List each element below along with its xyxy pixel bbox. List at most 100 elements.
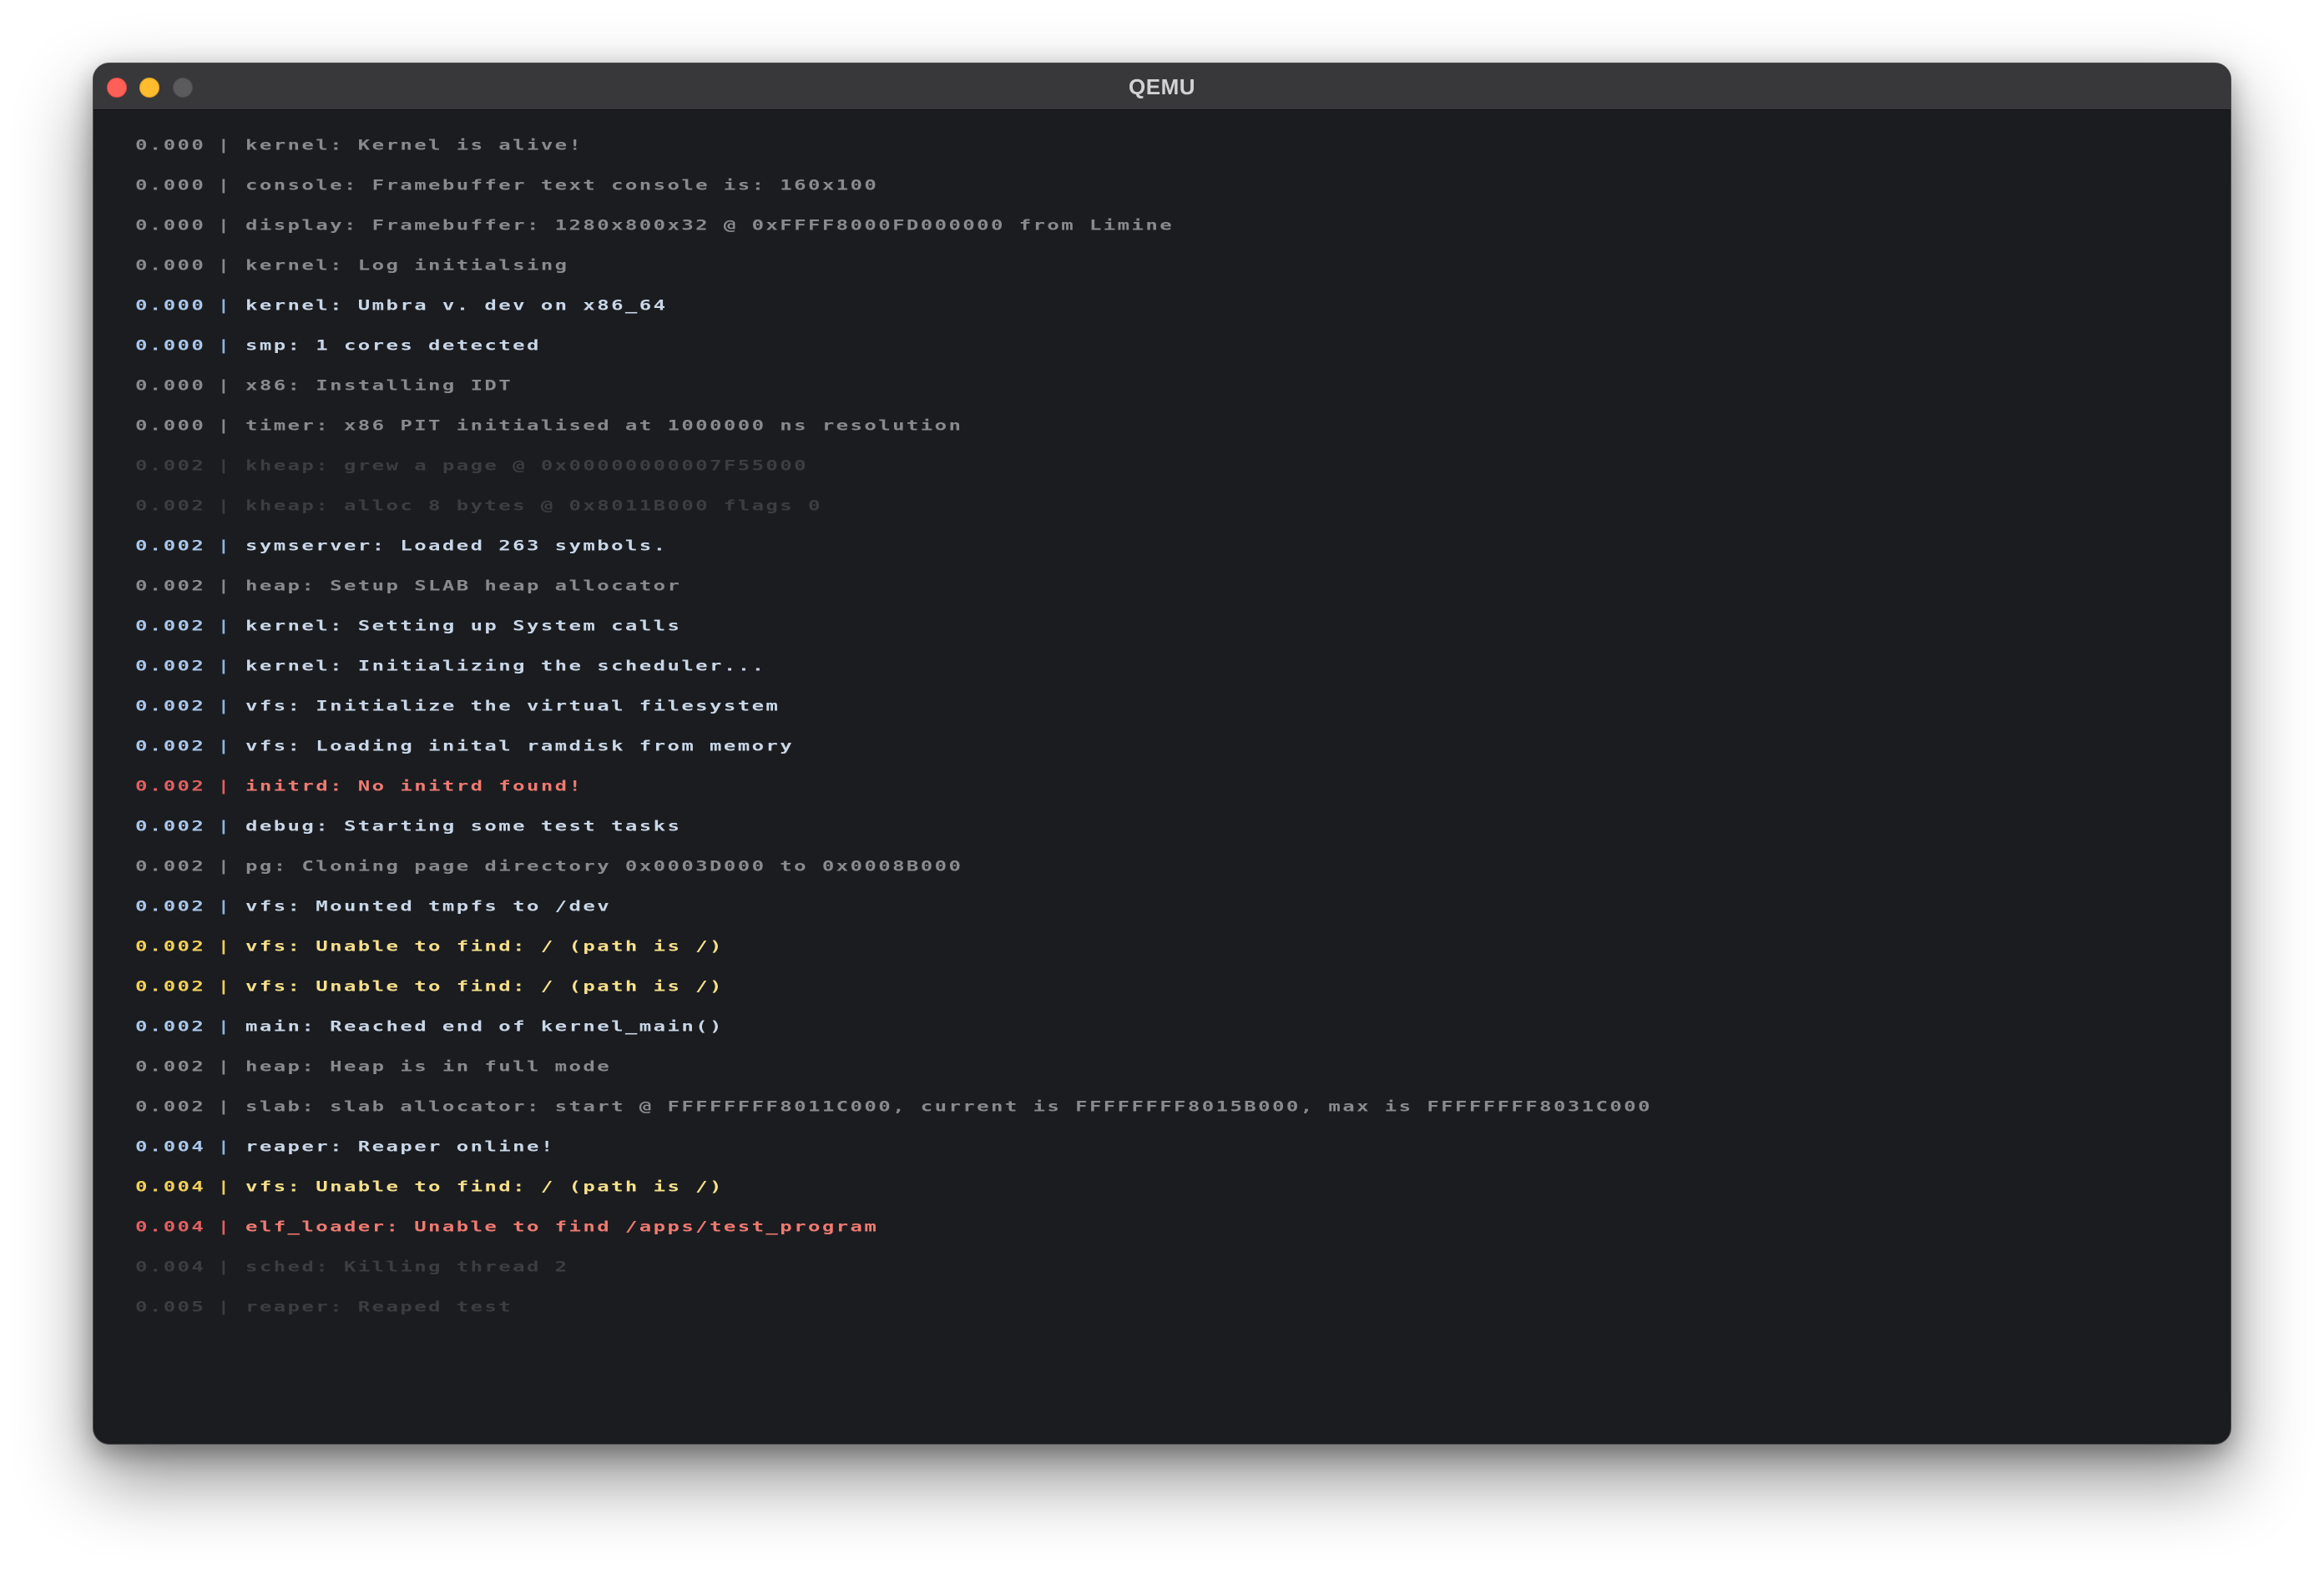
log-line: 0.004 | sched: Killing thread 2: [135, 1258, 2231, 1275]
log-separator: |: [217, 577, 232, 594]
log-message: timer: x86 PIT initialised at 1000000 ns…: [245, 416, 963, 434]
log-message: sched: Killing thread 2: [245, 1258, 569, 1275]
log-timestamp: 0.000: [135, 296, 206, 314]
log-timestamp: 0.004: [135, 1218, 206, 1235]
log-timestamp: 0.000: [135, 376, 206, 394]
log-separator: |: [217, 296, 232, 314]
log-message: reaper: Reaped test: [245, 1298, 513, 1315]
log-line: 0.002 | kheap: grew a page @ 0x00000000007…: [135, 457, 2231, 474]
log-line: 0.000 | x86: Installing IDT: [135, 376, 2231, 394]
log-timestamp: 0.004: [135, 1258, 206, 1275]
log-message: x86: Installing IDT: [245, 376, 513, 394]
log-timestamp: 0.000: [135, 176, 206, 194]
log-timestamp: 0.002: [135, 897, 206, 915]
log-message: vfs: Mounted tmpfs to /dev: [245, 897, 612, 915]
log-separator: |: [217, 1097, 232, 1115]
log-message: vfs: Unable to find: / (path is /): [245, 1178, 724, 1195]
log-timestamp: 0.000: [135, 136, 206, 154]
log-separator: |: [217, 897, 232, 915]
framebuffer-console[interactable]: 0.000 | kernel: Kernel is alive! 0.000 | con…: [93, 110, 2231, 1444]
log-separator: |: [217, 1258, 232, 1275]
log-separator: |: [217, 416, 232, 434]
log-timestamp: 0.002: [135, 937, 206, 955]
log-separator: |: [217, 1298, 232, 1315]
log-line: 0.002 | heap: Heap is in full mode: [135, 1057, 2231, 1075]
log-message: kernel: Initializing the scheduler...: [245, 657, 766, 674]
log-line: 0.002 | symserver: Loaded 263 symbols.: [135, 537, 2231, 554]
log-separator: |: [217, 537, 232, 554]
qemu-window: QEMU 0.000 | kernel: Kernel is alive! 0.00…: [93, 63, 2231, 1445]
log-message: kernel: Umbra v. dev on x86_64: [245, 296, 668, 314]
log-line: 0.000 | smp: 1 cores detected: [135, 336, 2231, 354]
log-timestamp: 0.002: [135, 497, 206, 514]
log-separator: |: [217, 1057, 232, 1075]
log-separator: |: [217, 1017, 232, 1035]
log-timestamp: 0.000: [135, 416, 206, 434]
log-separator: |: [217, 256, 232, 274]
log-separator: |: [217, 136, 232, 154]
log-timestamp: 0.000: [135, 336, 206, 354]
log-message: heap: Setup SLAB heap allocator: [245, 577, 682, 594]
log-message: kernel: Kernel is alive!: [245, 136, 584, 154]
log-separator: |: [217, 817, 232, 835]
log-timestamp: 0.002: [135, 857, 206, 875]
log-separator: |: [217, 697, 232, 714]
log-message: vfs: Loading inital ramdisk from memory: [245, 737, 795, 754]
log-message: console: Framebuffer text console is: 16…: [245, 176, 879, 194]
log-line: 0.002 | initrd: No initrd found!: [135, 779, 2231, 793]
log-message: reaper: Reaper online!: [245, 1138, 555, 1155]
log-timestamp: 0.002: [135, 1017, 206, 1035]
log-message: initrd: No initrd found!: [245, 777, 584, 795]
log-separator: |: [217, 617, 232, 634]
log-line: 0.002 | kheap: alloc 8 bytes @ 0x8011B000 …: [135, 497, 2231, 514]
log-line: 0.000 | kernel: Kernel is alive!: [135, 136, 2231, 154]
log-message: elf_loader: Unable to find /apps/test_pr…: [245, 1218, 879, 1235]
log-timestamp: 0.004: [135, 1138, 206, 1155]
log-separator: |: [217, 457, 232, 474]
log-message: kheap: alloc 8 bytes @ 0x8011B000 flags …: [245, 497, 822, 514]
log-line: 0.002 | vfs: Initialize the virtual filesy…: [135, 697, 2231, 714]
log-separator: |: [217, 1138, 232, 1155]
log-separator: |: [217, 857, 232, 875]
log-timestamp: 0.002: [135, 1097, 206, 1115]
log-line: 0.000 | console: Framebuffer text console …: [135, 176, 2231, 194]
log-timestamp: 0.002: [135, 1057, 206, 1075]
log-line: 0.002 | vfs: Unable to find: / (path is /): [135, 979, 2231, 993]
log-separator: |: [217, 737, 232, 754]
log-message: vfs: Unable to find: / (path is /): [245, 937, 724, 955]
log-message: heap: Heap is in full mode: [245, 1057, 612, 1075]
log-line: 0.002 | pg: Cloning page directory 0x0003D…: [135, 857, 2231, 875]
log-timestamp: 0.002: [135, 577, 206, 594]
log-separator: |: [217, 1178, 232, 1195]
log-line: 0.002 | vfs: Unable to find: / (path is /): [135, 937, 2231, 955]
log-timestamp: 0.002: [135, 737, 206, 754]
log-message: pg: Cloning page directory 0x0003D000 to…: [245, 857, 963, 875]
log-timestamp: 0.004: [135, 1178, 206, 1195]
log-line: 0.002 | vfs: Loading inital ramdisk from m…: [135, 737, 2231, 754]
log-separator: |: [217, 336, 232, 354]
log-message: kheap: grew a page @ 0x00000000007F55000: [245, 457, 808, 474]
log-line: 0.002 | kernel: Initializing the scheduler…: [135, 657, 2231, 674]
log-line: 0.000 | kernel: Log initialsing: [135, 256, 2231, 274]
log-line: 0.002 | kernel: Setting up System calls: [135, 617, 2231, 634]
log-separator: |: [217, 376, 232, 394]
log-timestamp: 0.002: [135, 617, 206, 634]
log-line: 0.004 | vfs: Unable to find: / (path is /): [135, 1178, 2231, 1195]
log-message: vfs: Unable to find: / (path is /): [245, 977, 724, 995]
log-line: 0.004 | reaper: Reaper online!: [135, 1138, 2231, 1155]
log-timestamp: 0.000: [135, 256, 206, 274]
log-message: kernel: Setting up System calls: [245, 617, 682, 634]
log-line: 0.002 | slab: slab allocator: start @ FFFF…: [135, 1097, 2231, 1115]
log-line: 0.004 | elf_loader: Unable to find /apps/t…: [135, 1218, 2231, 1235]
log-line: 0.005 | reaper: Reaped test: [135, 1298, 2231, 1315]
log-timestamp: 0.002: [135, 697, 206, 714]
log-message: smp: 1 cores detected: [245, 336, 541, 354]
log-line: 0.002 | main: Reached end of kernel_main(): [135, 1017, 2231, 1035]
log-message: slab: slab allocator: start @ FFFFFFFF80…: [245, 1097, 1652, 1115]
window-titlebar[interactable]: QEMU: [93, 63, 2231, 110]
window-title: QEMU: [1129, 74, 1195, 99]
log-timestamp: 0.005: [135, 1298, 206, 1315]
log-separator: |: [217, 1218, 232, 1235]
log-message: vfs: Initialize the virtual filesystem: [245, 697, 781, 714]
log-separator: |: [217, 216, 232, 234]
